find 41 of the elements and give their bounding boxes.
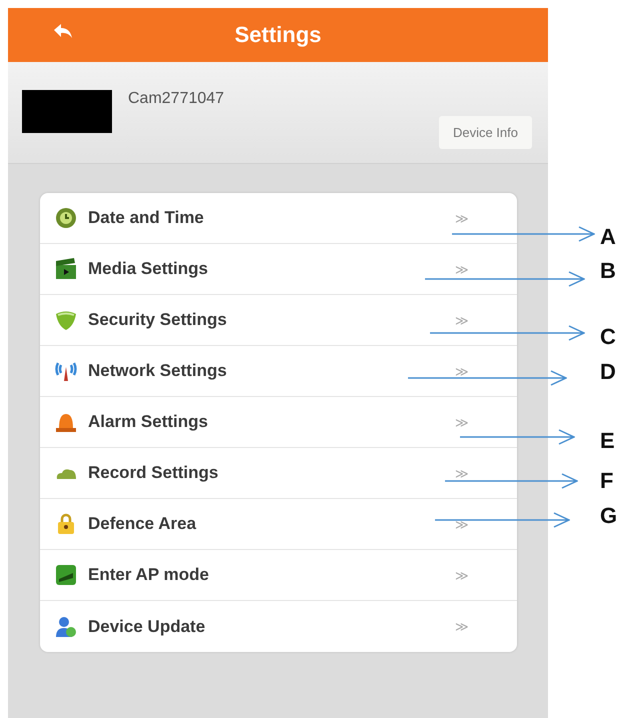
menu-item[interactable]: Security Settings ≫ xyxy=(40,295,517,346)
chevron-icon: ≫ xyxy=(455,312,469,328)
menu-item[interactable]: Record Settings ≫ xyxy=(40,448,517,499)
menu-item-label: Alarm Settings xyxy=(88,412,209,432)
menu-item-label: Security Settings xyxy=(88,310,228,330)
menu-item[interactable]: Media Settings ≫ xyxy=(40,244,517,295)
annotation-label: F xyxy=(600,468,614,494)
menu-item[interactable]: Enter AP mode ≫ xyxy=(40,550,517,601)
chevron-icon: ≫ xyxy=(455,466,469,480)
tile-icon xyxy=(54,563,78,587)
menu-item[interactable]: Defence Area ≫ xyxy=(40,499,517,550)
menu-item-label: Record Settings xyxy=(88,463,220,483)
chevron-icon: ≫ xyxy=(455,210,469,226)
chevron-icon: ≫ xyxy=(455,516,469,532)
annotation-label: D xyxy=(600,359,616,385)
menu-item-label: Defence Area xyxy=(88,514,198,534)
menu-item[interactable]: Device Update ≫ xyxy=(40,601,517,652)
menu-item-label: Device Update xyxy=(88,616,206,636)
menu-item-label: Enter AP mode xyxy=(88,565,210,585)
menu-item-label: Media Settings xyxy=(88,259,209,279)
chevron-icon: ≫ xyxy=(455,262,469,276)
screen-title: Settings xyxy=(234,22,322,48)
clapperboard-icon xyxy=(54,257,78,281)
menu-item[interactable]: Date and Time ≫ xyxy=(40,193,517,244)
menu-item[interactable]: Alarm Settings ≫ xyxy=(40,397,517,448)
annotation-label: B xyxy=(600,258,616,284)
annotation-label: A xyxy=(600,224,616,250)
annotation-label: C xyxy=(600,324,616,350)
device-name: Cam2771047 xyxy=(128,90,224,108)
menu-item-label: Network Settings xyxy=(88,361,228,381)
menu-item[interactable]: Network Settings ≫ xyxy=(40,346,517,397)
chevron-icon: ≫ xyxy=(455,364,469,378)
annotation-label: E xyxy=(600,428,615,454)
user-icon xyxy=(54,614,78,638)
menu-item-label: Date and Time xyxy=(88,208,205,228)
device-info-button[interactable]: Device Info xyxy=(438,116,532,149)
annotation-label: G xyxy=(600,503,618,529)
chevron-icon: ≫ xyxy=(455,619,469,634)
chevron-icon: ≫ xyxy=(455,414,469,430)
chevron-icon: ≫ xyxy=(455,568,469,582)
clock-icon xyxy=(54,206,78,230)
